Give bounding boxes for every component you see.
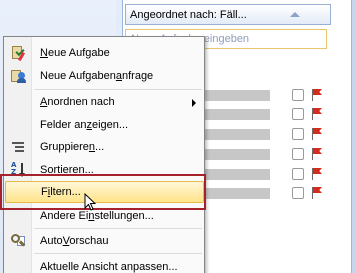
- sort-ascending-icon: [290, 12, 300, 17]
- menu-item-sort[interactable]: AZ Sortieren...: [5, 159, 204, 181]
- menu-item-label: Sortieren...: [40, 164, 94, 176]
- menu-item-label: Anordnen nach: [40, 96, 115, 108]
- pane-scroll-edge: [352, 0, 356, 273]
- menu-item-label: Aktuelle Ansicht anpassen...: [40, 261, 178, 273]
- menu-item-label: Filtern...: [41, 186, 81, 198]
- menu-item-autopreview[interactable]: AutoVorschau: [5, 230, 204, 252]
- menu-item-label: AutoVorschau: [40, 235, 109, 247]
- menu-item-new-task-request[interactable]: Neue Aufgabenanfrage: [5, 65, 204, 87]
- mouse-pointer-icon: [84, 193, 97, 211]
- flag-icon[interactable]: [311, 168, 323, 180]
- menu-item-label: Neue Aufgabenanfrage: [40, 70, 154, 82]
- menu-item-label: Felder anzeigen...: [40, 119, 129, 131]
- menu-item-other-settings[interactable]: Andere Einstellungen...: [5, 205, 204, 227]
- task-subject-bar: [195, 89, 270, 101]
- task-complete-checkbox[interactable]: [292, 89, 304, 101]
- task-row[interactable]: [195, 89, 330, 101]
- task-row[interactable]: [195, 148, 330, 160]
- context-menu: Neue Aufgabe Neue Aufgabenanfrage Anordn…: [3, 36, 205, 273]
- task-complete-checkbox[interactable]: [292, 128, 304, 140]
- menu-item-filter[interactable]: Filtern...: [5, 181, 204, 203]
- task-complete-checkbox[interactable]: [292, 187, 304, 199]
- flag-icon[interactable]: [311, 89, 323, 101]
- menu-item-new-task[interactable]: Neue Aufgabe: [5, 42, 204, 64]
- menu-item-arrange-by[interactable]: Anordnen nach: [5, 91, 204, 113]
- sort-icon: AZ: [10, 162, 26, 178]
- group-icon: [10, 139, 26, 155]
- menu-item-customize-view[interactable]: Aktuelle Ansicht anpassen...: [5, 256, 204, 273]
- task-complete-checkbox[interactable]: [292, 108, 304, 120]
- menu-separator: [34, 228, 202, 229]
- task-row[interactable]: [195, 128, 330, 140]
- menu-item-show-fields[interactable]: Felder anzeigen...: [5, 114, 204, 136]
- task-subject-bar: [195, 128, 270, 140]
- menu-item-label: Neue Aufgabe: [40, 47, 110, 59]
- task-row[interactable]: [195, 168, 330, 180]
- flag-icon[interactable]: [311, 148, 323, 160]
- task-request-icon: [10, 68, 26, 84]
- arrange-by-label: Angeordnet nach: Fäll...: [130, 8, 247, 21]
- submenu-arrow-icon: [192, 99, 196, 107]
- task-complete-checkbox[interactable]: [292, 148, 304, 160]
- flag-icon[interactable]: [311, 108, 323, 120]
- task-subject-bar: [195, 168, 270, 180]
- menu-item-group[interactable]: Gruppieren...: [5, 136, 204, 158]
- task-subject-bar: [195, 108, 270, 120]
- flag-icon[interactable]: [311, 187, 323, 199]
- task-row[interactable]: [195, 187, 330, 199]
- task-subject-bar: [195, 187, 270, 199]
- task-subject-bar: [195, 148, 270, 160]
- menu-item-label: Gruppieren...: [40, 141, 105, 153]
- task-complete-checkbox[interactable]: [292, 168, 304, 180]
- autopreview-icon: [10, 233, 26, 249]
- arrange-by-header[interactable]: Angeordnet nach: Fäll...: [125, 4, 331, 25]
- menu-separator: [34, 253, 202, 254]
- new-task-icon: [10, 45, 26, 62]
- flag-icon[interactable]: [311, 128, 323, 140]
- menu-separator: [34, 89, 202, 90]
- task-row[interactable]: [195, 108, 330, 120]
